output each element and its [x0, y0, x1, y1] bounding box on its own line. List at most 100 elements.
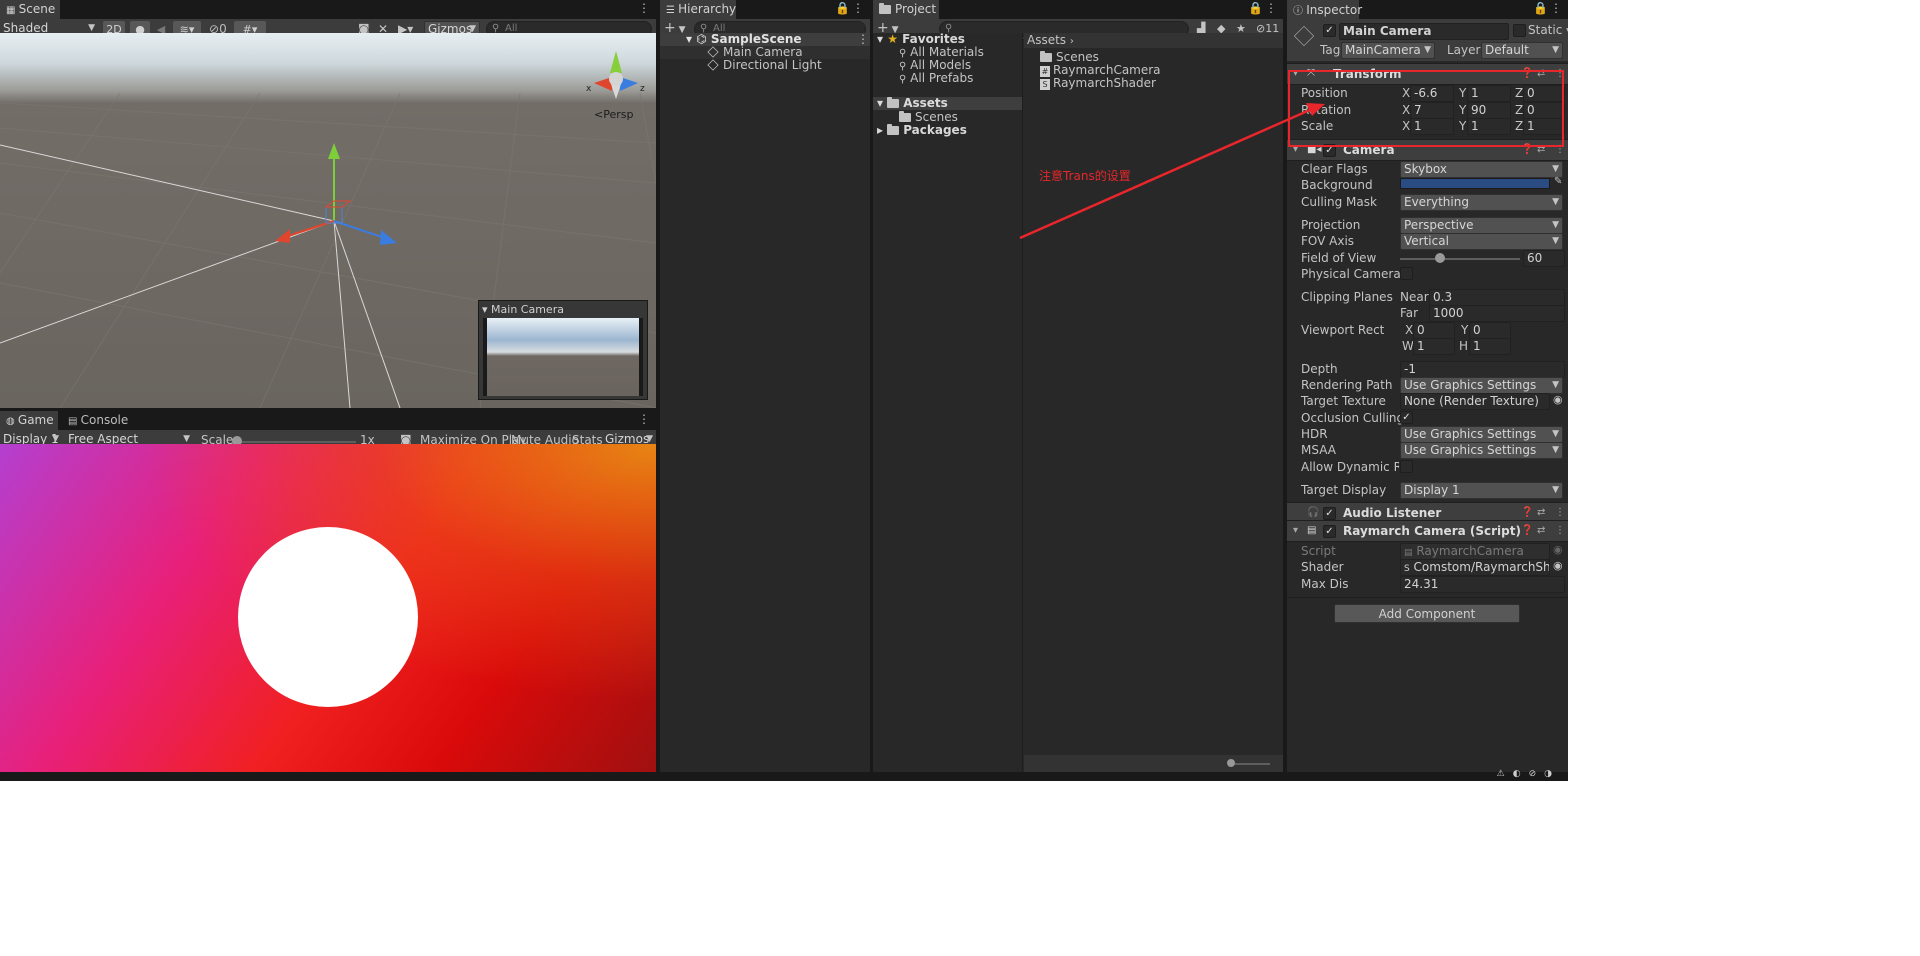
rendering-path-dropdown[interactable]: Use Graphics Settings ▼ [1400, 377, 1563, 394]
msaa-dropdown[interactable]: Use Graphics Settings ▼ [1400, 442, 1563, 459]
viewport-x-field[interactable]: 0 [1413, 322, 1455, 339]
max-dis-value: 24.31 [1404, 577, 1439, 591]
icon-size-slider-knob[interactable] [1227, 759, 1235, 767]
file-label: Scenes [1056, 50, 1099, 64]
viewport-w-field[interactable]: 1 [1413, 338, 1455, 355]
object-name-field[interactable]: Main Camera [1339, 23, 1509, 40]
audio-listener-title: Audio Listener [1343, 506, 1442, 520]
folder-icon [887, 124, 900, 135]
viewport-x-value: 0 [1417, 323, 1425, 337]
active-checkbox[interactable]: ✓ [1323, 24, 1336, 37]
lock-icon[interactable]: 🔒 [835, 1, 850, 15]
more-icon[interactable]: ⋮ [1550, 1, 1562, 15]
layer-dropdown[interactable]: Default ▼ [1481, 42, 1563, 59]
occlusion-culling-checkbox[interactable]: ✓ [1400, 411, 1413, 424]
near-field[interactable]: 0.3 [1429, 289, 1565, 306]
more-icon[interactable]: ⋮ [857, 32, 869, 46]
file-item-raymarch-shader[interactable]: S RaymarchShader [1040, 76, 1156, 90]
projection-dropdown[interactable]: Perspective ▼ [1400, 217, 1563, 234]
orientation-gizmo[interactable]: x z [586, 47, 646, 107]
more-icon[interactable]: ⋮ [1555, 507, 1565, 518]
raymarch-script-header[interactable]: ▾ ▤ ✓ Raymarch Camera (Script) ❓ ⇄ ⋮ [1287, 520, 1568, 542]
fov-slider[interactable] [1400, 258, 1520, 260]
tree-item-scenes[interactable]: Scenes [899, 110, 958, 124]
tab-hierarchy-label: Hierarchy [678, 2, 737, 16]
hdr-dropdown[interactable]: Use Graphics Settings ▼ [1400, 426, 1563, 443]
add-component-button[interactable]: Add Component [1334, 604, 1520, 623]
msaa-label: MSAA [1301, 443, 1336, 457]
more-icon[interactable]: ⋮ [852, 1, 864, 15]
target-texture-label: Target Texture [1301, 394, 1386, 408]
favorite-item-all-prefabs[interactable]: ⚲ All Prefabs [899, 71, 973, 85]
favorite-label: All Models [910, 58, 972, 72]
scene-viewport[interactable]: x z <Persp ▾ Main Camera [0, 33, 656, 408]
shader-field[interactable]: S Comstom/RaymarchShader [1400, 559, 1550, 576]
far-field[interactable]: 1000 [1429, 305, 1565, 322]
lock-icon[interactable]: 🔒 [1533, 1, 1548, 15]
object-picker-icon[interactable]: ◉ [1553, 393, 1563, 406]
favorite-item-all-models[interactable]: ⚲ All Models [899, 58, 971, 72]
static-dropdown[interactable]: Static ▼ [1528, 23, 1568, 37]
raymarch-enabled-checkbox[interactable]: ✓ [1323, 525, 1336, 538]
scale-slider[interactable] [236, 441, 356, 443]
dynamic-resolution-checkbox[interactable] [1400, 460, 1413, 473]
more-icon[interactable]: ⋮ [638, 412, 650, 426]
right-empty-area [1568, 0, 1920, 772]
culling-mask-dropdown[interactable]: Everything ▼ [1400, 194, 1563, 211]
tab-inspector[interactable]: ⓘ Inspector [1287, 0, 1362, 19]
depth-label: Depth [1301, 362, 1338, 376]
viewport-y-field[interactable]: 0 [1469, 322, 1511, 339]
projection-label: Projection [1301, 218, 1361, 232]
tab-project-label: Project [895, 2, 937, 16]
file-item-raymarch-camera[interactable]: # RaymarchCamera [1040, 63, 1161, 77]
background-color-swatch[interactable] [1400, 178, 1550, 189]
icon-size-slider[interactable] [1230, 763, 1270, 765]
preset-icon[interactable]: ⇄ [1537, 525, 1545, 536]
rendering-path-label: Rendering Path [1301, 378, 1393, 392]
tree-item-assets[interactable]: ▾ Assets [873, 96, 1022, 110]
audio-listener-enabled-checkbox[interactable]: ✓ [1323, 507, 1336, 520]
fov-field[interactable]: 60 [1523, 250, 1565, 267]
max-dis-field[interactable]: 24.31 [1400, 576, 1565, 593]
fov-slider-knob[interactable] [1434, 253, 1445, 263]
tab-scene[interactable]: ▦ Scene [0, 0, 60, 19]
csharp-script-icon: ▤ [1307, 525, 1317, 536]
target-texture-field[interactable]: None (Render Texture) [1400, 393, 1550, 410]
file-item-scenes[interactable]: Scenes [1040, 50, 1099, 64]
hdr-label: HDR [1301, 427, 1328, 441]
chevron-down-icon: ▼ [1552, 197, 1559, 207]
tab-hierarchy[interactable]: ☰ Hierarchy [660, 0, 736, 19]
lock-icon[interactable]: 🔒 [1248, 1, 1263, 15]
more-icon[interactable]: ⋮ [638, 1, 650, 15]
tree-item-packages[interactable]: ▸ Packages [877, 123, 967, 137]
fov-axis-dropdown[interactable]: Vertical ▼ [1400, 233, 1563, 250]
near-label: Near [1400, 290, 1429, 304]
projection-toggle[interactable]: <Persp [594, 108, 633, 121]
hierarchy-item-directional-light[interactable]: Directional Light [660, 58, 870, 72]
target-display-dropdown[interactable]: Display 1 ▼ [1400, 482, 1563, 499]
preset-icon[interactable]: ⇄ [1537, 507, 1545, 518]
game-view[interactable] [0, 444, 656, 772]
annotation-note: 注意Trans的设置 [1039, 169, 1131, 183]
help-icon[interactable]: ❓ [1521, 525, 1533, 536]
tab-project[interactable]: Project [873, 0, 939, 19]
object-picker-icon[interactable]: ◉ [1553, 559, 1563, 572]
more-icon[interactable]: ⋮ [1265, 1, 1277, 15]
breadcrumb-assets[interactable]: Assets › [1027, 33, 1074, 47]
chevron-down-icon: ▼ [1552, 236, 1559, 246]
viewport-h-field[interactable]: 1 [1469, 338, 1511, 355]
camera-preview-image [483, 318, 643, 396]
favorites-row[interactable]: ▾ ★ Favorites [877, 32, 965, 46]
tab-game[interactable]: ◍ Game [0, 411, 58, 430]
favorite-item-all-materials[interactable]: ⚲ All Materials [899, 45, 984, 59]
tag-dropdown[interactable]: MainCamera ▼ [1341, 42, 1435, 59]
tab-console[interactable]: ▤ Console [62, 411, 132, 430]
clear-flags-dropdown[interactable]: Skybox ▼ [1400, 161, 1563, 178]
tag-value: MainCamera [1345, 43, 1421, 57]
help-icon[interactable]: ❓ [1521, 507, 1533, 518]
physical-camera-checkbox[interactable] [1400, 267, 1413, 280]
eyedropper-icon[interactable]: ✎ [1554, 176, 1562, 187]
static-checkbox[interactable] [1513, 24, 1526, 37]
more-icon[interactable]: ⋮ [1555, 525, 1565, 536]
depth-field[interactable]: -1 [1400, 361, 1565, 378]
